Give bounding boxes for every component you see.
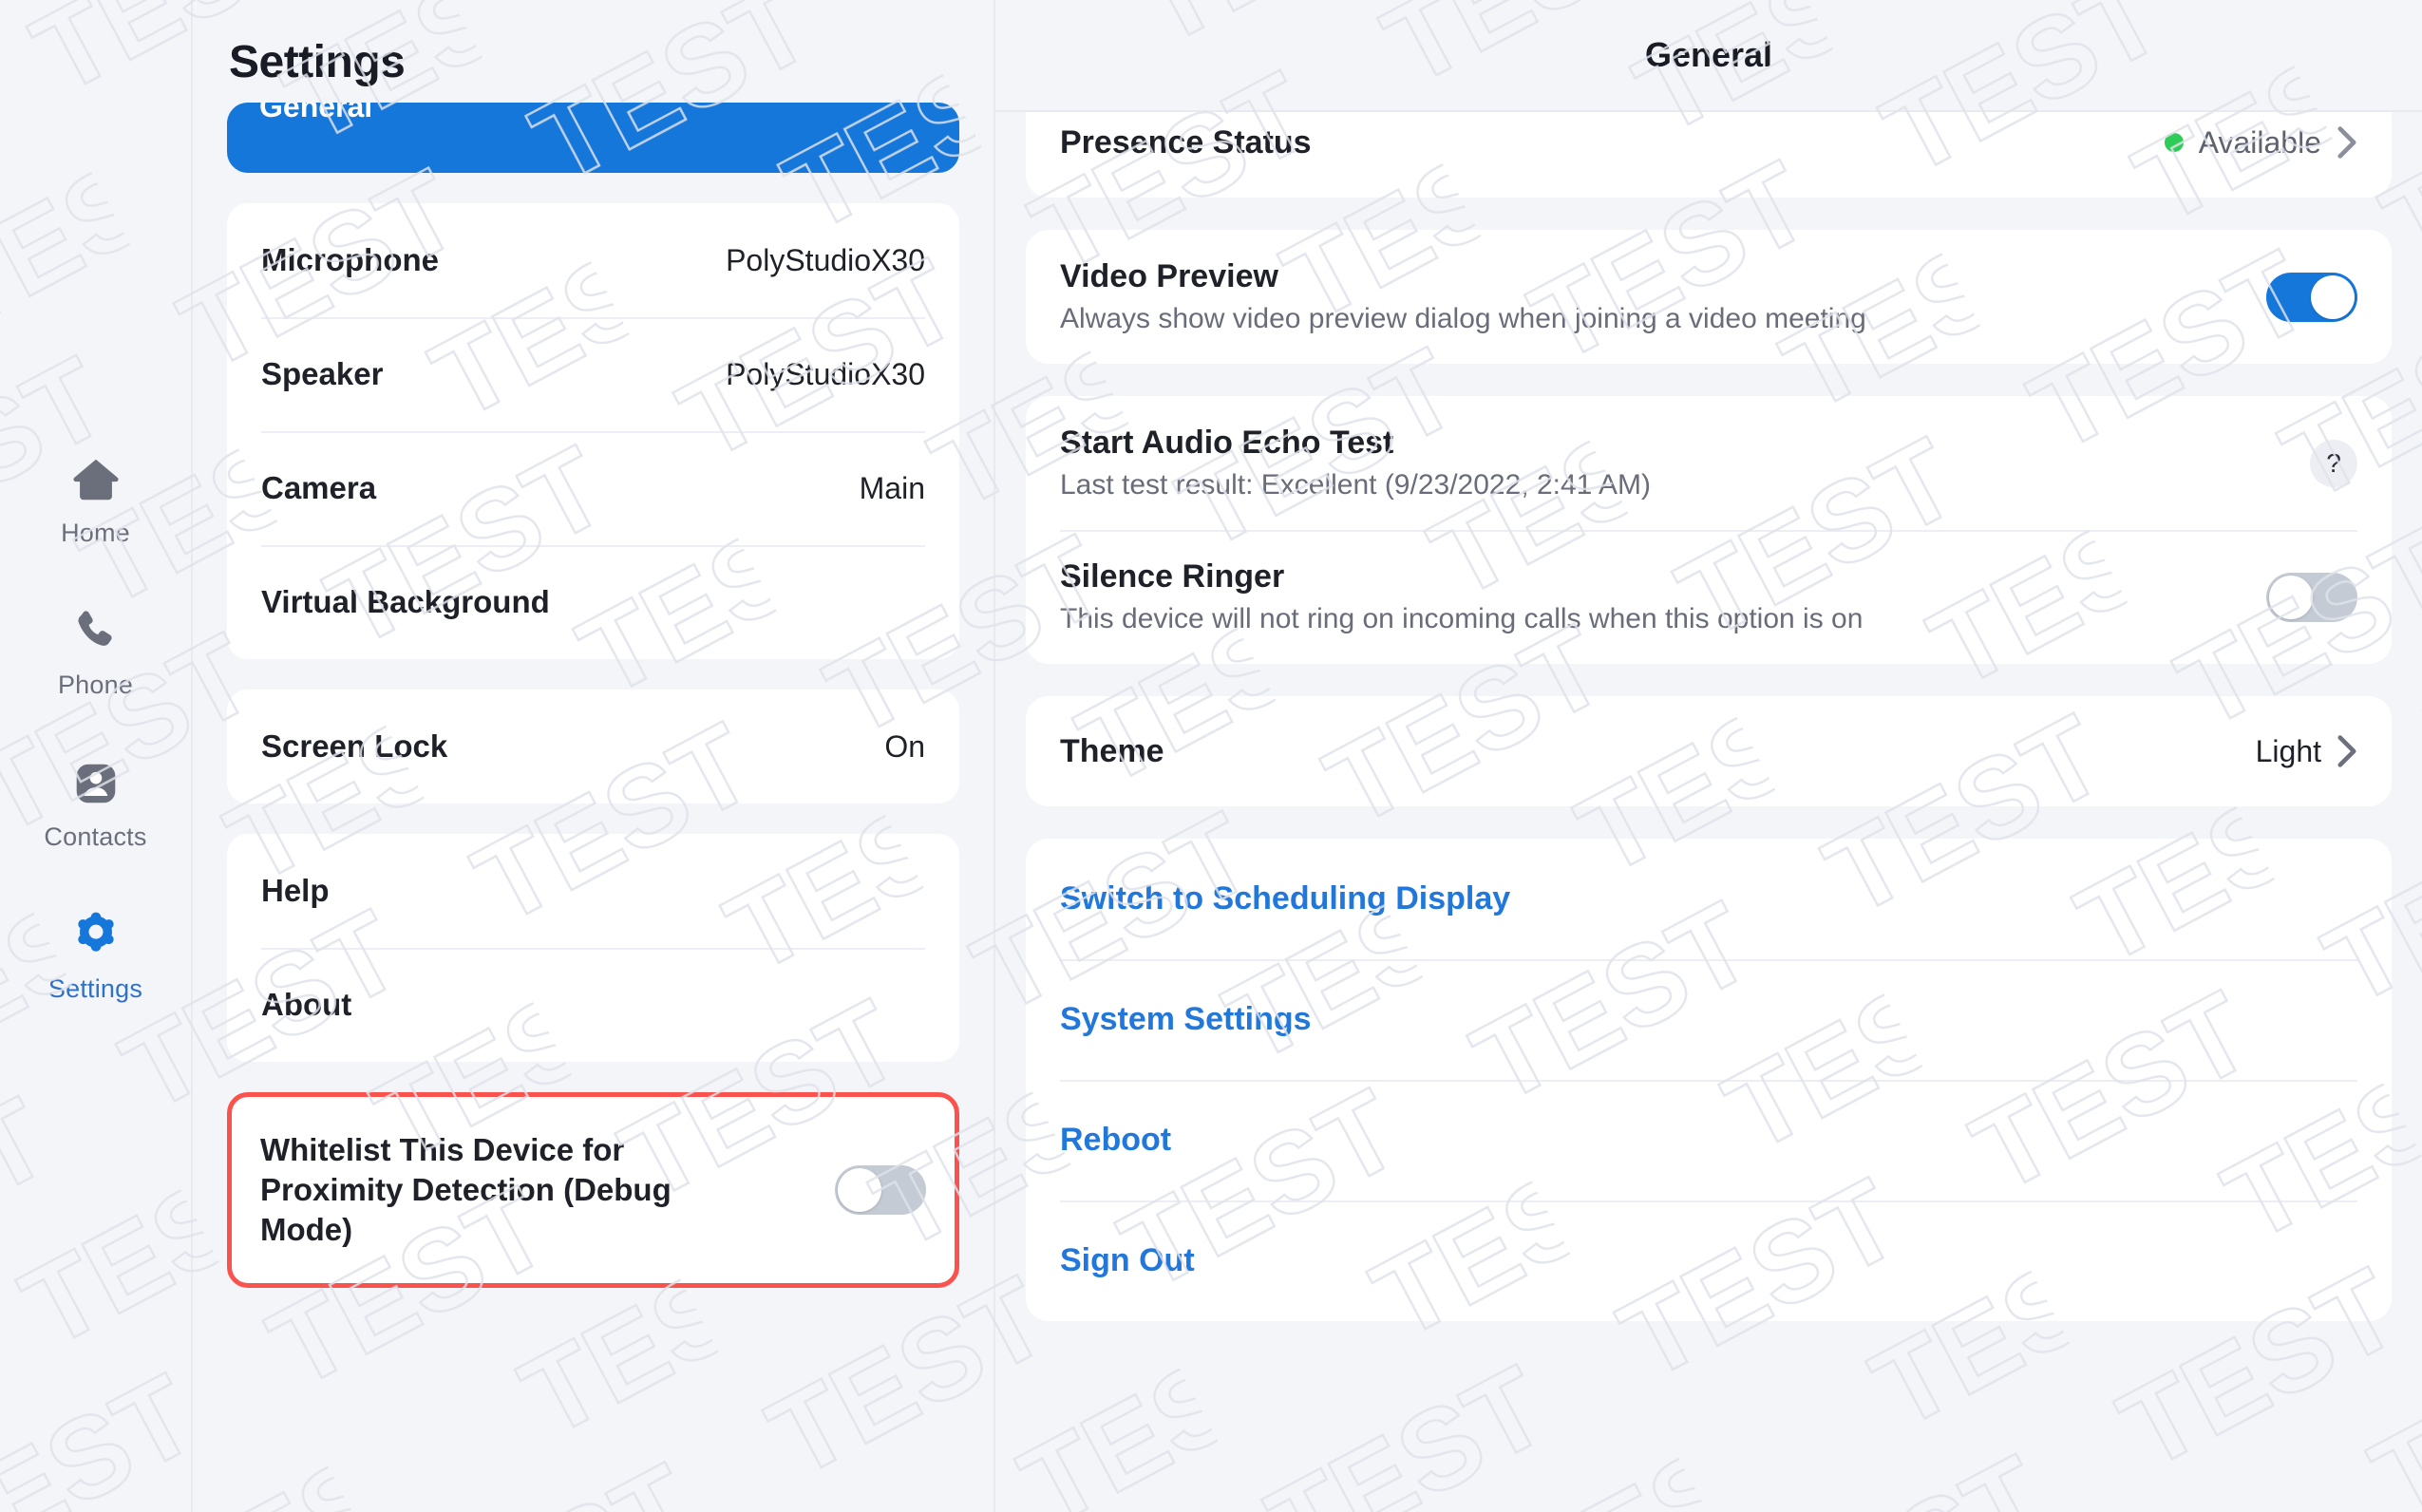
video-preview-description: Always show video preview dialog when jo… bbox=[1060, 303, 1866, 334]
silence-ringer-toggle[interactable] bbox=[2266, 572, 2357, 622]
nav-item-phone[interactable]: Phone bbox=[0, 576, 192, 728]
action-system-settings-label: System Settings bbox=[1060, 1001, 1312, 1037]
nav-item-phone-label: Phone bbox=[57, 670, 134, 699]
nav-item-contacts[interactable]: Contacts bbox=[0, 728, 192, 879]
settings-nav-item-general-label: General bbox=[259, 103, 373, 123]
settings-row-microphone[interactable]: Microphone PolyStudioX30 bbox=[227, 203, 959, 317]
action-sign-out[interactable]: Sign Out bbox=[1026, 1200, 2392, 1321]
action-switch-to-scheduling-display[interactable]: Switch to Scheduling Display bbox=[1026, 839, 2392, 959]
settings-row-virtual-background-label: Virtual Background bbox=[261, 583, 550, 619]
detail-group-presence: Presence Status Available bbox=[1026, 112, 2392, 198]
settings-row-help-label: Help bbox=[261, 872, 330, 908]
gear-icon bbox=[68, 908, 123, 963]
detail-header: General bbox=[995, 0, 2422, 112]
detail-row-silence-ringer[interactable]: Silence Ringer This device will not ring… bbox=[1026, 530, 2392, 664]
detail-row-presence-status[interactable]: Presence Status Available bbox=[1026, 112, 2392, 198]
toggle-knob bbox=[2269, 575, 2313, 619]
settings-row-microphone-value: PolyStudioX30 bbox=[726, 242, 925, 277]
settings-row-camera-value: Main bbox=[859, 470, 925, 505]
settings-row-virtual-background[interactable]: Virtual Background bbox=[227, 545, 959, 659]
action-system-settings[interactable]: System Settings bbox=[1026, 959, 2392, 1080]
help-question-icon[interactable]: ? bbox=[2310, 439, 2357, 487]
settings-row-about-label: About bbox=[261, 986, 352, 1022]
detail-row-video-preview[interactable]: Video Preview Always show video preview … bbox=[1026, 230, 2392, 364]
settings-row-camera[interactable]: Camera Main bbox=[227, 431, 959, 545]
chevron-right-icon bbox=[2337, 734, 2357, 768]
app-window: Home Phone Contacts Settings Settings Ge… bbox=[0, 0, 2422, 1512]
settings-row-camera-label: Camera bbox=[261, 469, 377, 505]
action-sign-out-label: Sign Out bbox=[1060, 1242, 1195, 1278]
home-icon bbox=[68, 452, 123, 507]
nav-item-home-label: Home bbox=[61, 518, 130, 547]
silence-ringer-description: This device will not ring on incoming ca… bbox=[1060, 603, 1864, 634]
settings-list-panel: Settings General Microphone PolyStudioX3… bbox=[193, 0, 995, 1512]
settings-row-microphone-label: Microphone bbox=[261, 241, 439, 277]
action-reboot-label: Reboot bbox=[1060, 1122, 1172, 1158]
settings-row-speaker-label: Speaker bbox=[261, 355, 384, 391]
detail-row-theme[interactable]: Theme Light bbox=[1026, 696, 2392, 806]
detail-group-video-preview: Video Preview Always show video preview … bbox=[1026, 230, 2392, 364]
settings-group-debug-whitelist: Whitelist This Device for Proximity Dete… bbox=[227, 1092, 959, 1288]
audio-echo-test-result: Last test result: Excellent (9/23/2022, … bbox=[1060, 469, 1652, 501]
audio-echo-test-label: Start Audio Echo Test bbox=[1060, 425, 1394, 461]
settings-group-devices: Microphone PolyStudioX30 Speaker PolyStu… bbox=[227, 203, 959, 659]
video-preview-toggle[interactable] bbox=[2266, 272, 2357, 322]
settings-row-about[interactable]: About bbox=[227, 948, 959, 1062]
video-preview-label: Video Preview bbox=[1060, 258, 1278, 294]
detail-group-theme: Theme Light bbox=[1026, 696, 2392, 806]
settings-nav-item-general[interactable]: General bbox=[227, 103, 959, 173]
chevron-right-icon bbox=[2337, 125, 2357, 160]
general-detail-panel: General Presence Status Available Video … bbox=[995, 0, 2422, 1512]
nav-item-home[interactable]: Home bbox=[0, 424, 192, 576]
presence-status-value: Available bbox=[2198, 124, 2321, 160]
primary-nav-rail: Home Phone Contacts Settings bbox=[0, 0, 193, 1512]
theme-value: Light bbox=[2255, 733, 2321, 768]
toggle-knob bbox=[838, 1168, 881, 1212]
contacts-icon bbox=[68, 756, 123, 811]
nav-item-settings-label: Settings bbox=[47, 973, 143, 1003]
theme-label: Theme bbox=[1060, 732, 1164, 769]
nav-item-settings[interactable]: Settings bbox=[0, 879, 192, 1031]
detail-scroll-area[interactable]: Presence Status Available Video Preview … bbox=[995, 112, 2422, 1512]
settings-row-whitelist-proximity[interactable]: Whitelist This Device for Proximity Dete… bbox=[232, 1097, 955, 1283]
action-switch-to-scheduling-display-label: Switch to Scheduling Display bbox=[1060, 880, 1511, 917]
settings-row-help[interactable]: Help bbox=[227, 834, 959, 948]
settings-row-speaker[interactable]: Speaker PolyStudioX30 bbox=[227, 317, 959, 431]
detail-group-actions: Switch to Scheduling Display System Sett… bbox=[1026, 839, 2392, 1321]
detail-row-audio-echo-test[interactable]: Start Audio Echo Test Last test result: … bbox=[1026, 396, 2392, 530]
silence-ringer-label: Silence Ringer bbox=[1060, 558, 1285, 595]
detail-title: General bbox=[1644, 35, 1773, 74]
settings-row-screen-lock[interactable]: Screen Lock On bbox=[227, 690, 959, 803]
settings-group-info: Help About bbox=[227, 834, 959, 1062]
settings-row-speaker-value: PolyStudioX30 bbox=[726, 356, 925, 391]
phone-icon bbox=[68, 604, 123, 659]
settings-scroll-area[interactable]: General Microphone PolyStudioX30 Speaker… bbox=[193, 103, 993, 1512]
page-title: Settings bbox=[229, 37, 406, 87]
nav-item-contacts-label: Contacts bbox=[44, 822, 147, 851]
action-reboot[interactable]: Reboot bbox=[1026, 1080, 2392, 1200]
whitelist-proximity-toggle[interactable] bbox=[835, 1165, 926, 1215]
presence-status-label: Presence Status bbox=[1060, 123, 1312, 161]
settings-group-screen-lock: Screen Lock On bbox=[227, 690, 959, 803]
status-dot-green-icon bbox=[2164, 133, 2184, 152]
detail-group-audio: Start Audio Echo Test Last test result: … bbox=[1026, 396, 2392, 664]
toggle-knob bbox=[2311, 274, 2355, 319]
settings-row-whitelist-proximity-label: Whitelist This Device for Proximity Dete… bbox=[260, 1131, 672, 1248]
settings-row-screen-lock-label: Screen Lock bbox=[261, 728, 448, 764]
settings-row-screen-lock-value: On bbox=[884, 728, 925, 764]
